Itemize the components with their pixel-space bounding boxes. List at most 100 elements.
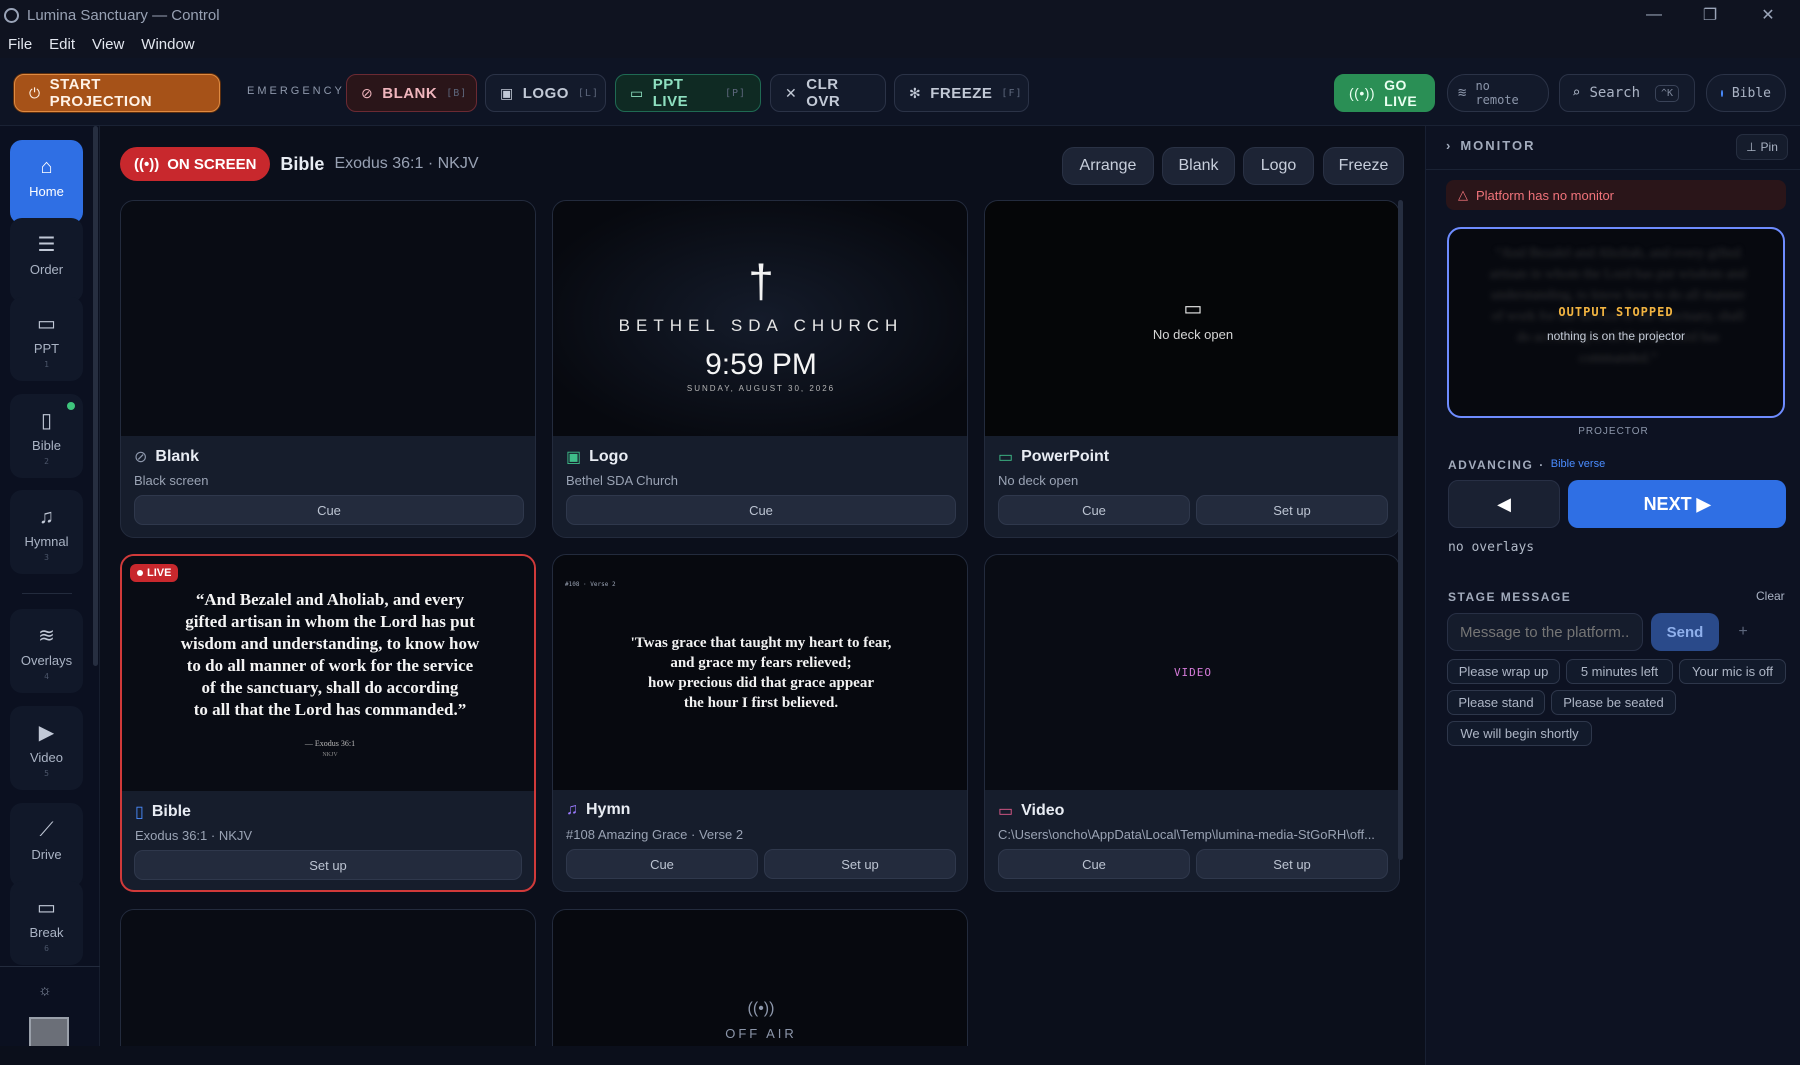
start-projection-button[interactable]: ⏻ START PROJECTION — [14, 74, 220, 112]
freeze-shortcut: [F] — [1001, 87, 1023, 99]
pin-button[interactable]: ⊥ Pin — [1736, 134, 1788, 160]
sidebar-item-home[interactable]: ⌂ Home — [10, 140, 83, 224]
close-window-button[interactable]: ✕ — [1740, 0, 1796, 30]
card-title-text: Video — [1021, 802, 1065, 819]
freeze-label: FREEZE — [930, 84, 993, 102]
next-button[interactable]: NEXT ▶ — [1568, 480, 1786, 528]
menu-file[interactable]: File — [8, 36, 32, 53]
clear-overlays-button[interactable]: ✕ CLR OVR — [770, 74, 886, 112]
minimize-button[interactable]: — — [1626, 0, 1682, 30]
menu-edit[interactable]: Edit — [49, 36, 75, 53]
clear-stage-button[interactable]: Clear — [1756, 589, 1785, 603]
cue-button[interactable]: Cue — [566, 849, 758, 879]
quick-message-chip[interactable]: 5 minutes left — [1566, 659, 1673, 684]
sidebar-item-video[interactable]: ▶ Video 5 — [10, 706, 83, 790]
wifi-icon: ≋ — [1458, 85, 1467, 101]
sidebar-item-ppt[interactable]: ▭ PPT 1 — [10, 297, 83, 381]
stage-message-input[interactable] — [1447, 613, 1643, 651]
sidebar-item-break[interactable]: ▭ Break 6 — [10, 881, 83, 965]
video-card[interactable]: VIDEO ▭ Video C:\Users\oncho\AppData\Loca… — [984, 554, 1400, 892]
break-card[interactable] — [120, 909, 536, 1065]
sidebar-divider — [0, 966, 100, 967]
cue-button[interactable]: Cue — [998, 849, 1190, 879]
on-screen-reference: Exodus 36:1 · NKJV — [334, 155, 479, 172]
blank-button[interactable]: ⊘ BLANK [B] — [346, 74, 477, 112]
logo-shortcut: [L] — [577, 87, 599, 99]
go-live-button[interactable]: ((•)) GO LIVE — [1334, 74, 1435, 112]
on-screen-label: ON SCREEN — [167, 155, 257, 173]
video-camera-icon: ▶ — [38, 722, 55, 744]
monitor-header[interactable]: › MONITOR — [1446, 138, 1536, 153]
sidebar-scrollbar[interactable] — [93, 126, 98, 666]
powerpoint-card[interactable]: ▭ No deck open ▭ PowerPoint No deck open … — [984, 200, 1400, 538]
maximize-button[interactable]: ❐ — [1682, 0, 1738, 30]
card-title-text: Bible — [151, 803, 191, 820]
cue-button[interactable]: Cue — [998, 495, 1190, 525]
lyric-line: and grace my fears relieved; — [670, 654, 852, 671]
off-air-card[interactable]: ((•)) OFF AIR — [552, 909, 968, 1065]
card-subtitle: No deck open — [998, 473, 1079, 488]
monitor-label: MONITOR — [1460, 138, 1536, 153]
on-screen-title: Bible — [280, 153, 325, 174]
sidebar-item-label: Drive — [31, 847, 62, 862]
menu-window[interactable]: Window — [141, 36, 194, 53]
hymn-card[interactable]: #108 · Verse 2 'Twas grace that taught m… — [552, 554, 968, 892]
quick-message-chip[interactable]: We will begin shortly — [1447, 721, 1592, 746]
cue-button[interactable]: Cue — [566, 495, 956, 525]
window-title: Lumina Sanctuary — Control — [27, 6, 220, 24]
blank-action-button[interactable]: Blank — [1162, 147, 1235, 185]
menu-bar: File Edit View Window — [0, 30, 1800, 58]
arrange-button[interactable]: Arrange — [1062, 147, 1154, 185]
card-title: ▭ PowerPoint — [998, 447, 1109, 467]
quick-message-chip[interactable]: Please be seated — [1551, 690, 1676, 715]
sidebar-item-bible[interactable]: ▯ Bible 2 — [10, 394, 83, 478]
card-title-text: PowerPoint — [1021, 448, 1110, 465]
theme-toggle-icon[interactable]: ☼ — [38, 982, 52, 999]
sidebar-shortcut: 3 — [44, 553, 49, 562]
logo-action-button[interactable]: Logo — [1243, 147, 1314, 185]
setup-button[interactable]: Set up — [764, 849, 956, 879]
break-preview — [121, 910, 535, 1064]
sidebar-shortcut: 5 — [44, 769, 49, 778]
sidebar-item-hymnal[interactable]: ♫ Hymnal 3 — [10, 490, 83, 574]
main-scrollbar[interactable] — [1398, 200, 1403, 860]
freeze-button[interactable]: ✻ FREEZE [F] — [894, 74, 1029, 112]
pin-label: Pin — [1760, 140, 1778, 154]
setup-button[interactable]: Set up — [1196, 495, 1388, 525]
add-message-button[interactable]: + — [1728, 617, 1758, 647]
blank-card[interactable]: ⊘ Blank Black screen Cue — [120, 200, 536, 538]
freeze-action-button[interactable]: Freeze — [1323, 147, 1404, 185]
cue-button[interactable]: Cue — [134, 495, 524, 525]
logo-button[interactable]: ▣ LOGO [L] — [485, 74, 606, 112]
search-button[interactable]: ⌕ Search ^K — [1559, 74, 1695, 112]
sidebar-item-label: Overlays — [20, 653, 73, 668]
send-button[interactable]: Send — [1651, 613, 1719, 651]
quick-message-chip[interactable]: Please wrap up — [1447, 659, 1560, 684]
setup-button[interactable]: Set up — [1196, 849, 1388, 879]
logo-card[interactable]: † BETHEL SDA CHURCH 9:59 PM SUNDAY, AUGU… — [552, 200, 968, 538]
quick-message-chip[interactable]: Your mic is off — [1679, 659, 1786, 684]
verse-line: to do all manner of work for the service — [186, 656, 474, 675]
bible-source-chip[interactable]: Bible — [1706, 74, 1786, 112]
bible-source-label: Bible — [1731, 85, 1771, 101]
projector-preview[interactable]: “And Bezalel and Aholiab, and every gift… — [1447, 227, 1785, 418]
remote-status[interactable]: ≋ no remote — [1447, 74, 1549, 112]
snowflake-icon: ✻ — [909, 84, 922, 101]
sidebar-item-overlays[interactable]: ≋ Overlays 4 — [10, 609, 83, 693]
bottom-edge — [0, 1046, 1425, 1065]
ppt-live-button[interactable]: ▭ PPT LIVE [P] — [615, 74, 761, 112]
start-projection-label: START PROJECTION — [49, 76, 153, 110]
bible-card[interactable]: “And Bezalel and Aholiab, and every gift… — [120, 554, 536, 892]
setup-button[interactable]: Set up — [134, 850, 522, 880]
sidebar-shortcut: 1 — [44, 360, 49, 369]
verse-reference: — Exodus 36:1 — [304, 739, 356, 748]
previous-button[interactable]: ◀ — [1448, 480, 1560, 528]
quick-message-chip[interactable]: Please stand — [1447, 690, 1545, 715]
sidebar-item-drive[interactable]: ⟋ Drive — [10, 803, 83, 887]
book-icon: ▯ — [40, 410, 52, 432]
menu-view[interactable]: View — [92, 36, 124, 53]
logo-preview: † BETHEL SDA CHURCH 9:59 PM SUNDAY, AUGU… — [553, 201, 967, 436]
sidebar-item-order[interactable]: ☰ Order — [10, 218, 83, 302]
card-title: ⊘ Blank — [134, 447, 199, 467]
card-title: ▣ Logo — [566, 447, 628, 467]
